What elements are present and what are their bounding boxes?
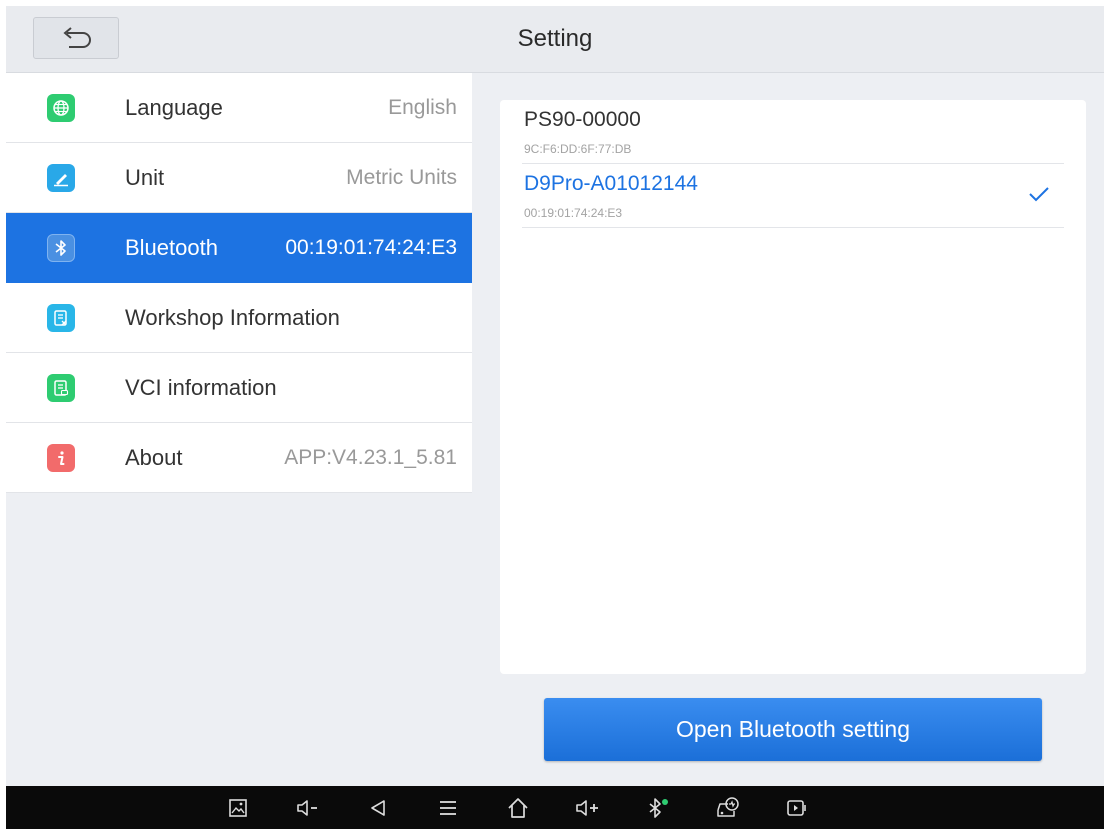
sidebar-item-value: English xyxy=(388,96,457,119)
car-diagnostics-icon[interactable] xyxy=(708,786,748,829)
device-name: D9Pro-A01012144 xyxy=(524,172,698,195)
menu-icon[interactable] xyxy=(428,786,468,829)
checkmark-icon xyxy=(1028,186,1050,202)
sidebar-item-language[interactable]: Language English xyxy=(6,73,472,143)
title-bar: Setting xyxy=(6,6,1104,73)
home-icon[interactable] xyxy=(498,786,538,829)
sidebar-item-vci-information[interactable]: VCI information xyxy=(6,353,472,423)
sidebar-item-value: 00:19:01:74:24:E3 xyxy=(285,236,457,259)
vci-doc-icon xyxy=(47,374,75,402)
back-icon[interactable] xyxy=(358,786,398,829)
open-bluetooth-setting-button[interactable]: Open Bluetooth setting xyxy=(544,698,1042,761)
list-item-device[interactable]: PS90-00000 9C:F6:DD:6F:77:DB xyxy=(522,100,1064,164)
globe-icon xyxy=(47,94,75,122)
settings-sidebar: Language English Unit Metric Units Bluet… xyxy=(6,73,472,786)
device-mac-address: 00:19:01:74:24:E3 xyxy=(524,206,623,220)
sidebar-item-unit[interactable]: Unit Metric Units xyxy=(6,143,472,213)
sidebar-item-workshop-information[interactable]: Workshop Information xyxy=(6,283,472,353)
bluetooth-status-icon xyxy=(638,786,678,829)
device-mac-address: 9C:F6:DD:6F:77:DB xyxy=(524,142,632,156)
sidebar-item-label: Language xyxy=(125,95,223,120)
page-title: Setting xyxy=(517,25,593,52)
screen-record-icon[interactable] xyxy=(778,786,818,829)
sidebar-item-value: APP:V4.23.1_5.81 xyxy=(284,446,457,469)
volume-down-icon[interactable] xyxy=(288,786,328,829)
screenshot-icon[interactable] xyxy=(218,786,258,829)
back-button[interactable] xyxy=(33,17,119,59)
sidebar-item-label: Bluetooth xyxy=(125,235,218,260)
bluetooth-device-list: PS90-00000 9C:F6:DD:6F:77:DB D9Pro-A0101… xyxy=(500,100,1086,674)
sidebar-item-label: About xyxy=(125,445,183,470)
sidebar-item-about[interactable]: About APP:V4.23.1_5.81 xyxy=(6,423,472,493)
sidebar-item-label: Unit xyxy=(125,165,165,190)
back-arrow-icon xyxy=(59,27,93,49)
sidebar-item-bluetooth[interactable]: Bluetooth 00:19:01:74:24:E3 xyxy=(6,213,472,283)
sidebar-item-value: Metric Units xyxy=(346,166,457,189)
device-name: PS90-00000 xyxy=(524,108,641,131)
settings-menu: Language English Unit Metric Units Bluet… xyxy=(6,73,472,493)
sidebar-item-label: Workshop Information xyxy=(125,305,340,330)
info-icon xyxy=(47,444,75,472)
sidebar-item-label: VCI information xyxy=(125,375,277,400)
list-item-device-connected[interactable]: D9Pro-A01012144 00:19:01:74:24:E3 xyxy=(522,164,1064,228)
app-window: Setting Language English Unit Metric Uni… xyxy=(6,6,1104,829)
system-nav-bar xyxy=(6,786,1104,829)
ruler-icon xyxy=(47,164,75,192)
workshop-doc-icon xyxy=(47,304,75,332)
bluetooth-icon xyxy=(47,234,75,262)
volume-up-icon[interactable] xyxy=(568,786,608,829)
